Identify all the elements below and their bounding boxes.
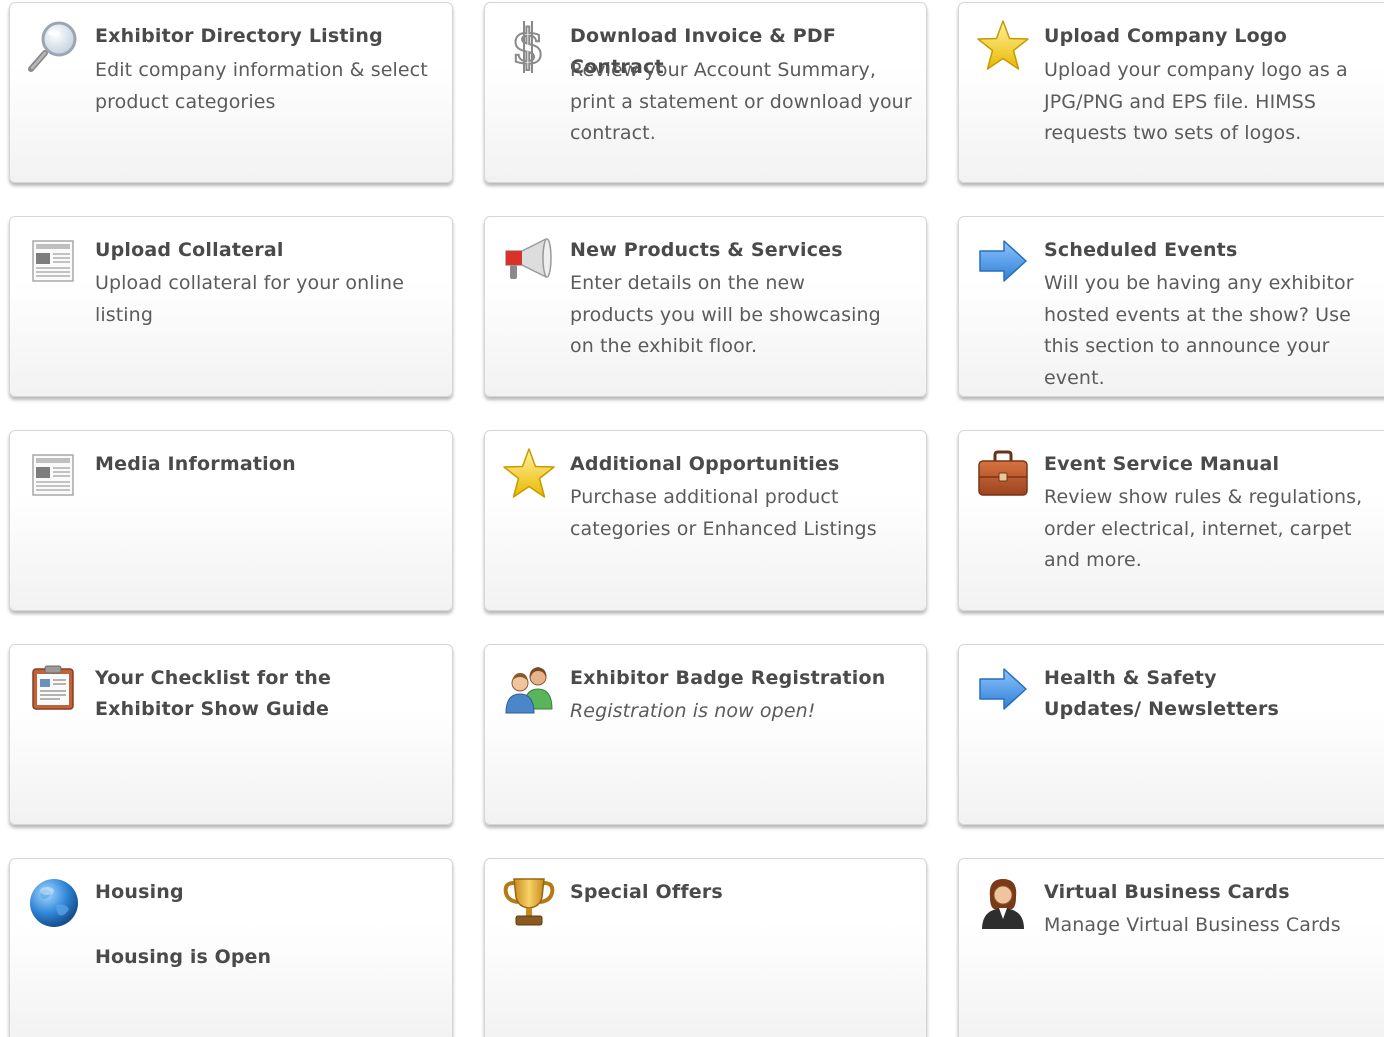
card-upload-collateral[interactable]: Upload Collateral Upload collateral for … (9, 216, 453, 397)
card-description: Purchase additional product categories o… (570, 486, 877, 540)
megaphone-icon (502, 233, 556, 289)
card-title: Housing (95, 881, 184, 903)
users-icon (502, 661, 556, 717)
clipboard-icon (27, 661, 81, 717)
card-title: Health & Safety Updates/ Newsletters (1044, 667, 1280, 720)
card-description: Registration is now open! (570, 700, 816, 722)
card-title: Exhibitor Directory Listing (95, 25, 383, 47)
card-additional-opportunities[interactable]: Additional Opportunities Purchase additi… (484, 430, 927, 611)
globe-icon (27, 875, 81, 931)
svg-text:$: $ (511, 19, 544, 75)
card-housing[interactable]: Housing Housing is Open (9, 858, 453, 1037)
card-description: Review show rules & regulations, order e… (1044, 486, 1363, 571)
star-icon (502, 447, 556, 503)
card-title: Media Information (95, 453, 296, 475)
card-virtual-business-cards[interactable]: Virtual Business Cards Manage Virtual Bu… (958, 858, 1384, 1037)
dashboard-grid: Exhibitor Directory Listing Edit company… (0, 0, 1384, 1037)
card-description: Edit company information & select produc… (95, 59, 428, 113)
card-exhibitor-directory-listing[interactable]: Exhibitor Directory Listing Edit company… (9, 2, 453, 183)
card-media-information[interactable]: Media Information (9, 430, 453, 611)
card-special-offers[interactable]: Special Offers (484, 858, 927, 1037)
star-icon (976, 19, 1030, 75)
trophy-icon (502, 875, 556, 931)
card-title: Upload Company Logo (1044, 25, 1287, 47)
card-description: Upload collateral for your online listin… (95, 272, 404, 326)
card-title: Event Service Manual (1044, 453, 1280, 475)
card-download-invoice[interactable]: $ Download Invoice & PDF Contract Review… (484, 2, 927, 183)
card-description: Housing is Open (95, 946, 272, 968)
magnifier-icon (27, 19, 81, 75)
card-exhibitor-badge-registration[interactable]: Exhibitor Badge Registration Registratio… (484, 644, 927, 825)
arrow-right-icon (976, 233, 1030, 289)
card-new-products-services[interactable]: New Products & Services Enter details on… (484, 216, 927, 397)
card-description: Enter details on the new products you wi… (570, 272, 881, 357)
card-exhibitor-checklist[interactable]: Your Checklist for the Exhibitor Show Gu… (9, 644, 453, 825)
card-title: Additional Opportunities (570, 453, 840, 475)
newspaper-icon (27, 447, 81, 503)
card-description: Will you be having any exhibitor hosted … (1044, 272, 1354, 389)
card-title: Your Checklist for the Exhibitor Show Gu… (95, 667, 332, 720)
person-icon (976, 875, 1030, 931)
card-title: New Products & Services (570, 239, 843, 261)
card-title: Scheduled Events (1044, 239, 1238, 261)
arrow-right-icon (976, 661, 1030, 717)
card-upload-company-logo[interactable]: Upload Company Logo Upload your company … (958, 2, 1384, 183)
briefcase-icon (976, 447, 1030, 503)
dollar-sign-icon: $ (502, 19, 556, 75)
card-scheduled-events[interactable]: Scheduled Events Will you be having any … (958, 216, 1384, 397)
card-description: Manage Virtual Business Cards (1044, 914, 1341, 936)
card-description: Review your Account Summary, print a sta… (570, 59, 912, 144)
card-event-service-manual[interactable]: Event Service Manual Review show rules &… (958, 430, 1384, 611)
card-title: Virtual Business Cards (1044, 881, 1290, 903)
card-title: Exhibitor Badge Registration (570, 667, 886, 689)
card-health-safety-updates[interactable]: Health & Safety Updates/ Newsletters (958, 644, 1384, 825)
newspaper-icon (27, 233, 81, 289)
card-title: Special Offers (570, 881, 723, 903)
card-title: Upload Collateral (95, 239, 284, 261)
card-description: Upload your company logo as a JPG/PNG an… (1044, 59, 1348, 144)
